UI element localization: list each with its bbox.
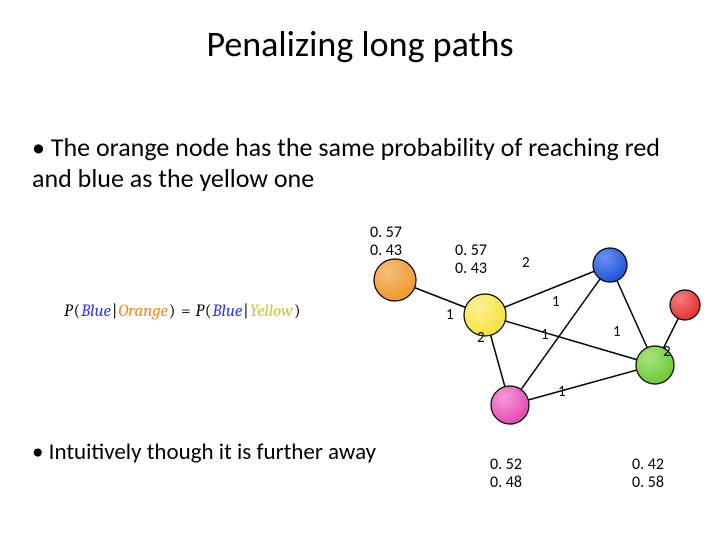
formula-sep-2: | bbox=[242, 302, 249, 321]
node-blue bbox=[593, 248, 627, 282]
probability-formula: P(Blue|Orange) = P(Blue|Yellow) bbox=[64, 302, 301, 321]
formula-blue-1: Blue bbox=[81, 302, 111, 321]
prob-orange: 0. 57 0. 43 bbox=[370, 224, 402, 261]
prob-magenta-top: 0. 52 bbox=[490, 456, 522, 474]
prob-yellow: 0. 57 0. 43 bbox=[455, 242, 487, 279]
edge-magenta-green bbox=[510, 365, 655, 405]
prob-green: 0. 42 0. 58 bbox=[632, 456, 664, 493]
edge-label-blue-green: 1 bbox=[613, 323, 621, 341]
bullet-secondary: Intuitively though it is further away bbox=[32, 438, 376, 466]
edge-yellow-green bbox=[485, 315, 655, 365]
node-red bbox=[670, 290, 700, 320]
formula-p-2: P bbox=[195, 302, 204, 321]
node-orange bbox=[374, 259, 416, 301]
prob-orange-top: 0. 57 bbox=[370, 224, 402, 242]
bullet-primary: The orange node has the same probability… bbox=[32, 132, 688, 194]
edge-label-magenta-blue: 1 bbox=[541, 326, 549, 344]
prob-magenta: 0. 52 0. 48 bbox=[490, 456, 522, 493]
edge-label-magenta-green: 1 bbox=[558, 383, 566, 401]
prob-green-top: 0. 42 bbox=[632, 456, 664, 474]
formula-close-2: ) bbox=[293, 302, 302, 321]
prob-orange-bot: 0. 43 bbox=[370, 242, 402, 260]
formula-blue-2: Blue bbox=[212, 302, 242, 321]
formula-p: P bbox=[64, 302, 73, 321]
edge-label-yellow-blue: 2 bbox=[522, 254, 530, 272]
formula-yellow: Yellow bbox=[250, 302, 293, 321]
edge-label-yellow-magenta: 2 bbox=[477, 329, 485, 347]
node-yellow bbox=[464, 294, 506, 336]
prob-magenta-bot: 0. 48 bbox=[490, 474, 522, 492]
edge-label-yellow-green: 1 bbox=[552, 293, 560, 311]
formula-open: ( bbox=[73, 302, 82, 321]
prob-yellow-top: 0. 57 bbox=[455, 242, 487, 260]
edge-label-green-red: 2 bbox=[663, 343, 671, 361]
formula-orange: Orange bbox=[118, 302, 168, 321]
prob-green-bot: 0. 58 bbox=[632, 474, 664, 492]
edge-label-orange-yellow: 1 bbox=[446, 306, 454, 324]
prob-yellow-bot: 0. 43 bbox=[455, 260, 487, 278]
slide-title: Penalizing long paths bbox=[0, 22, 720, 66]
formula-eq: = bbox=[176, 302, 195, 321]
node-magenta bbox=[491, 386, 529, 424]
